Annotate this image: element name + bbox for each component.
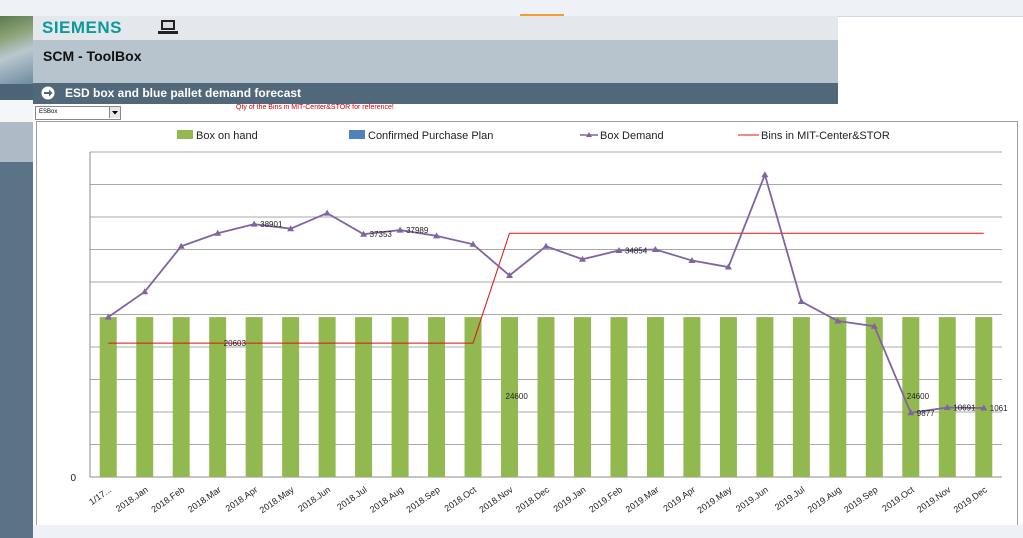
arrow-right-icon <box>41 86 55 100</box>
x-tick-label: 2019.Mar <box>624 484 661 514</box>
bar <box>683 317 701 477</box>
bar <box>172 317 190 477</box>
data-label: 1061 <box>990 404 1008 413</box>
bar <box>464 317 482 477</box>
x-tick-label: 2018.Jan <box>114 484 150 513</box>
data-point <box>761 171 769 178</box>
bar <box>136 317 154 477</box>
building-photo-thumbnail <box>0 16 33 84</box>
bar <box>537 317 555 477</box>
bar <box>719 317 737 477</box>
legend-swatch <box>349 130 365 139</box>
left-sidebar <box>0 16 33 538</box>
reference-note: Qty of the Bins in MIT-Center&STOR for r… <box>236 104 394 111</box>
spreadsheet-top-strip <box>0 0 1023 17</box>
data-label: 37353 <box>370 230 393 239</box>
bar <box>792 317 810 477</box>
legend-label: Box on hand <box>196 130 258 142</box>
data-label: 10691 <box>953 404 976 413</box>
bar <box>99 317 117 477</box>
bar <box>318 317 336 477</box>
x-tick-label: 2018.Sep <box>404 484 441 514</box>
x-tick-label: 2018.Jul <box>335 484 369 512</box>
page-title-bar: ESD box and blue pallet demand forecast <box>33 83 838 104</box>
bar <box>573 317 591 477</box>
box-type-select[interactable]: ESBox <box>35 106 121 120</box>
bar <box>756 317 774 477</box>
page-title: ESD box and blue pallet demand forecast <box>65 86 302 100</box>
bar <box>245 317 263 477</box>
app-header: SIEMENS SCM - ToolBox ESD box and blue p… <box>33 16 838 104</box>
x-tick-label: 2018.Mar <box>186 484 223 514</box>
select-value: ESBox <box>39 109 58 115</box>
brand-logo: SIEMENS <box>42 18 123 37</box>
bar <box>610 317 628 477</box>
data-point <box>542 242 550 249</box>
brand-bar: SIEMENS <box>33 16 838 40</box>
app-title-bar: SCM - ToolBox <box>33 40 838 83</box>
x-tick-label: 2019.Nov <box>915 484 953 515</box>
x-tick-label: 2019.Jul <box>773 484 807 512</box>
x-tick-label: 2018.Jun <box>296 484 332 513</box>
x-tick-label: 2019.Dec <box>952 484 990 515</box>
bar <box>355 317 373 477</box>
y-tick-label: 0 <box>70 473 76 484</box>
legend-label: Confirmed Purchase Plan <box>368 130 493 142</box>
bar <box>282 317 300 477</box>
x-tick-label: 2019.Aug <box>806 484 843 514</box>
data-point <box>323 209 331 216</box>
x-tick-label: 2018.Aug <box>368 484 405 514</box>
x-tick-label: 2019.Feb <box>587 484 624 514</box>
app-title: SCM - ToolBox <box>43 48 142 64</box>
sidebar-block <box>0 84 33 100</box>
laptop-icon[interactable] <box>157 18 179 36</box>
bar <box>646 317 664 477</box>
data-label: 37989 <box>406 226 429 235</box>
sidebar-block <box>0 100 33 122</box>
x-tick-label: 2019.May <box>695 484 734 515</box>
bar <box>938 317 956 477</box>
spreadsheet-bottom-strip <box>33 525 1023 538</box>
x-tick-label: 2019.Jan <box>552 484 588 513</box>
legend-swatch <box>177 130 193 139</box>
bar <box>428 317 446 477</box>
x-tick-label: 2019.Sep <box>842 484 879 514</box>
x-tick-label: 2018.Apr <box>224 484 260 513</box>
x-tick-label: 1/17... <box>87 484 113 507</box>
x-tick-label: 2018.Oct <box>443 484 479 513</box>
data-label: 34854 <box>625 246 648 255</box>
legend-label: Bins in MIT-Center&STOR <box>761 130 890 142</box>
data-point <box>797 298 805 304</box>
chevron-down-icon[interactable] <box>109 107 120 118</box>
data-label: 38901 <box>260 220 283 229</box>
x-tick-label: 2018.May <box>258 484 297 515</box>
data-label: 24600 <box>506 392 529 401</box>
legend-label: Box Demand <box>600 130 664 142</box>
forecast-chart-svg: 0 Box on hand Confirmed Purchase Plan Box D… <box>70 130 1008 515</box>
data-label: 9877 <box>917 409 935 418</box>
x-tick-label: 2019.Apr <box>661 484 697 513</box>
data-label: 24600 <box>907 392 930 401</box>
x-tick-label: 2018.Dec <box>514 484 552 515</box>
bar <box>829 317 847 477</box>
data-label: 20603 <box>224 339 247 348</box>
x-tick-label: 2019.Jun <box>734 484 770 513</box>
sidebar-block <box>0 122 33 162</box>
x-tick-label: 2019.Oct <box>880 484 916 513</box>
sidebar-block <box>0 162 33 538</box>
bar <box>975 317 993 477</box>
x-tick-label: 2018.Feb <box>149 484 186 514</box>
forecast-chart: 0 Box on hand Confirmed Purchase Plan Box D… <box>36 121 1018 526</box>
bar <box>391 317 409 477</box>
x-tick-label: 2018.Nov <box>477 484 515 515</box>
